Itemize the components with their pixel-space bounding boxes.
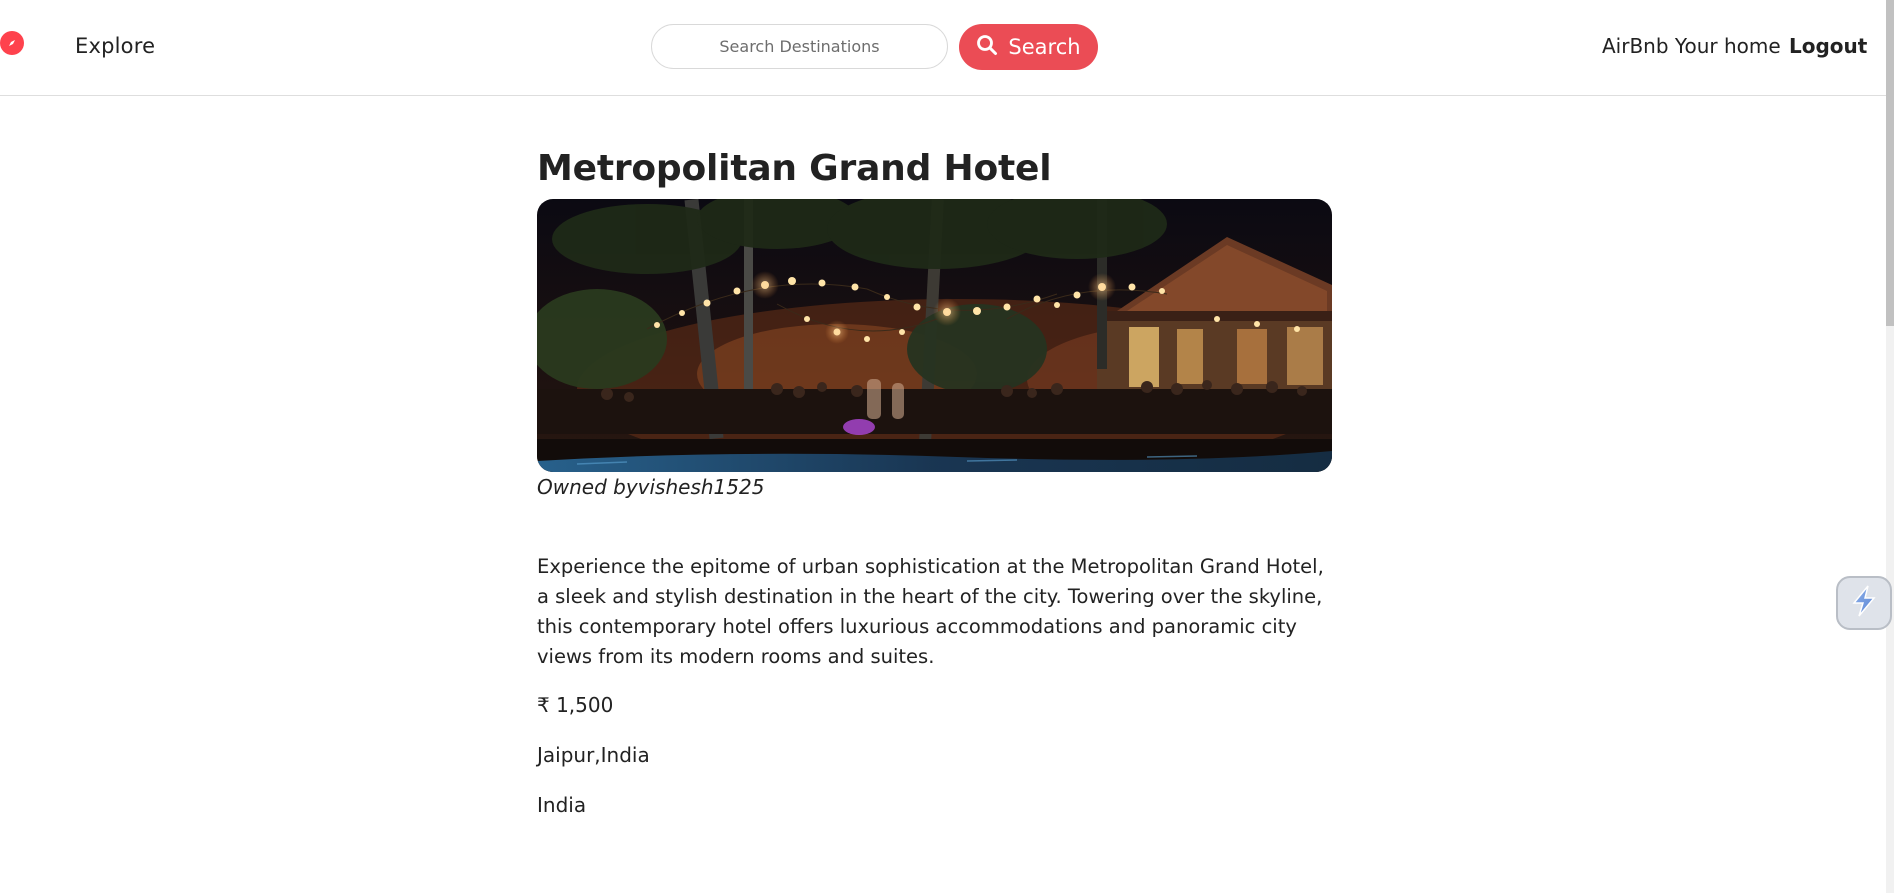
listing-title: Metropolitan Grand Hotel: [537, 148, 1052, 189]
listing-location: Jaipur,India: [537, 743, 650, 767]
lightning-icon: [1849, 584, 1879, 622]
listing-owner: Owned byvishesh1525: [537, 475, 765, 499]
listing-price: ₹ 1,500: [537, 693, 614, 717]
logout-link[interactable]: Logout: [1789, 34, 1867, 58]
listing-country: India: [537, 793, 587, 817]
scrollbar-track[interactable]: [1886, 0, 1894, 893]
scrollbar-thumb[interactable]: [1886, 0, 1894, 326]
search-icon: [976, 34, 998, 61]
search-input[interactable]: [651, 24, 948, 69]
airbnb-your-home-link[interactable]: AirBnb Your home: [1602, 34, 1781, 58]
navbar: Explore Search AirBnb Your home Logout: [0, 0, 1886, 96]
listing-image: [537, 199, 1332, 472]
side-widget-button[interactable]: [1836, 576, 1892, 630]
search-button[interactable]: Search: [959, 24, 1098, 70]
explore-link[interactable]: Explore: [75, 34, 155, 58]
listing-description: Experience the epitome of urban sophisti…: [537, 555, 1324, 668]
compass-icon[interactable]: [0, 31, 24, 55]
search-button-label: Search: [1008, 35, 1081, 59]
listing-content: Metropolitan Grand Hotel Owned byvishesh…: [537, 140, 1332, 817]
